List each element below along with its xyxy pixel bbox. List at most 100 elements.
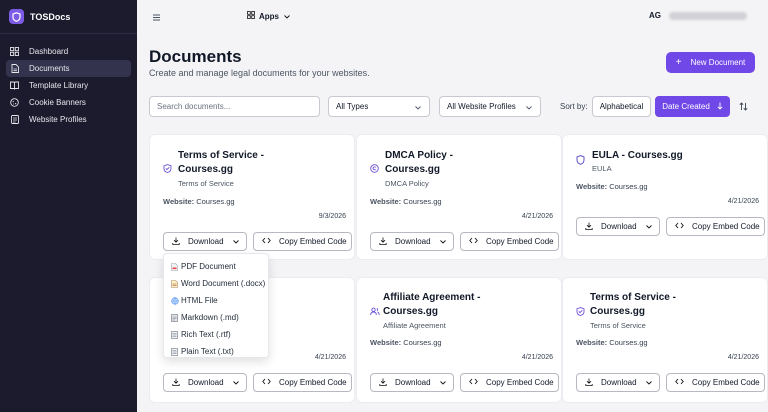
pdf-file-icon [171,262,178,271]
download-button[interactable]: Download [163,232,247,251]
website-value: Courses.gg [609,338,648,347]
copy-embed-code-button[interactable]: Copy Embed Code [253,373,352,392]
document-type: Affiliate Agreement [383,321,446,330]
website-label: Website: [370,197,402,206]
document-title[interactable]: Affiliate Agreement - Courses.gg [383,291,503,319]
document-date: 4/21/2026 [727,354,759,361]
download-button[interactable]: Download [370,232,454,251]
sort-label: Sort by: [560,102,588,111]
sort-date-created-button[interactable]: Date Created [655,96,730,117]
sidebar-item-cookie-banners[interactable]: Cookie Banners [6,94,131,111]
user-email-redacted [669,11,747,20]
sidebar-item-dashboard[interactable]: Dashboard [6,43,131,60]
page-subtitle: Create and manage legal documents for yo… [149,68,370,78]
chevron-down-icon [440,237,446,246]
text-file-icon [171,330,178,339]
copy-embed-code-button[interactable]: Copy Embed Code [460,232,559,251]
menu-item-pdf[interactable]: PDF Document [164,258,268,275]
document-card: Affiliate Agreement - Courses.gg Affilia… [356,277,562,403]
sidebar-item-website-profiles[interactable]: Website Profiles [6,111,131,128]
chevron-down-icon [233,237,239,246]
document-website: Website: Courses.gg [576,182,648,191]
user-menu[interactable]: AG [649,11,747,20]
sidebar-item-documents[interactable]: Documents [6,60,131,77]
search-input[interactable] [149,96,320,117]
website-value: Courses.gg [403,338,442,347]
download-label: Download [601,222,637,231]
chevron-down-icon [415,103,421,112]
website-profile-select-value: All Website Profiles [447,102,516,111]
chevron-down-icon [526,103,532,112]
menu-item-label: Rich Text (.rtf) [181,330,231,339]
website-value: Courses.gg [403,197,442,206]
download-button[interactable]: Download [576,217,660,236]
type-select-value: All Types [336,102,369,111]
code-icon [675,222,684,231]
website-label: Website: [576,338,608,347]
download-label: Download [188,237,224,246]
sidebar-item-template-library[interactable]: Template Library [6,77,131,94]
sidebar-item-label: Documents [29,64,70,73]
download-menu: PDF Document Word Document (.docx) HTML … [163,253,269,358]
brand[interactable]: TOSDocs [0,0,137,34]
sidebar-item-label: Cookie Banners [29,98,86,107]
download-button[interactable]: Download [576,373,660,392]
document-title[interactable]: Terms of Service - Courses.gg [178,149,288,177]
copy-embed-code-button[interactable]: Copy Embed Code [666,373,765,392]
document-title[interactable]: EULA - Courses.gg [592,149,712,163]
sort-direction-icon[interactable] [739,102,748,113]
document-date: 4/21/2026 [314,354,346,361]
download-label: Download [395,378,431,387]
menu-item-label: PDF Document [181,262,236,271]
type-select[interactable]: All Types [328,96,430,117]
website-value: Courses.gg [196,197,235,206]
chevron-down-icon [440,378,446,387]
copy-embed-label: Copy Embed Code [486,237,554,246]
sort-alphabetical-label: Alphabetical [599,102,644,111]
page-title: Documents [149,47,242,66]
user-initials: AG [649,11,661,20]
menu-icon[interactable] [152,13,161,22]
download-icon [172,237,180,247]
download-button[interactable]: Download [370,373,454,392]
download-button[interactable]: Download [163,373,247,392]
document-title[interactable]: Terms of Service - Courses.gg [590,291,700,319]
menu-item-docx[interactable]: Word Document (.docx) [164,275,268,292]
document-card: Terms of Service - Courses.gg Terms of S… [149,134,355,260]
copy-embed-code-button[interactable]: Copy Embed Code [460,373,559,392]
code-icon [469,378,478,387]
menu-item-txt[interactable]: Plain Text (.txt) [164,343,268,360]
copy-embed-label: Copy Embed Code [692,378,760,387]
markdown-file-icon [171,313,178,322]
document-date: 4/21/2026 [521,213,553,220]
code-icon [469,237,478,246]
document-website: Website: Courses.gg [370,338,442,347]
app-name: TOSDocs [30,11,71,22]
copy-embed-code-button[interactable]: Copy Embed Code [666,217,765,236]
apps-menu[interactable]: Apps [247,11,290,21]
download-icon [379,378,387,388]
document-date: 9/3/2026 [318,213,346,220]
apps-grid-icon [247,11,255,21]
new-document-button[interactable]: + New Document [666,52,755,73]
document-title[interactable]: DMCA Policy - Courses.gg [385,149,495,177]
menu-item-label: Word Document (.docx) [181,279,266,288]
menu-item-html[interactable]: HTML File [164,292,268,309]
text-file-icon [171,347,178,356]
sidebar-nav: Dashboard Documents Template Library Coo… [0,34,137,128]
sort-alphabetical-button[interactable]: Alphabetical [592,96,651,117]
document-type: EULA [592,164,612,173]
copy-embed-code-button[interactable]: Copy Embed Code [253,232,352,251]
chevron-down-icon [233,378,239,387]
document-website: Website: Courses.gg [576,338,648,347]
menu-item-label: Plain Text (.txt) [181,347,234,356]
grid-icon [10,47,19,56]
menu-item-markdown[interactable]: Markdown (.md) [164,309,268,326]
shield-logo-icon [9,9,24,24]
menu-item-rtf[interactable]: Rich Text (.rtf) [164,326,268,343]
code-icon [262,237,271,246]
website-label: Website: [576,182,608,191]
website-profile-select[interactable]: All Website Profiles [439,96,541,117]
topbar: Apps AG [137,0,768,34]
download-label: Download [601,378,637,387]
